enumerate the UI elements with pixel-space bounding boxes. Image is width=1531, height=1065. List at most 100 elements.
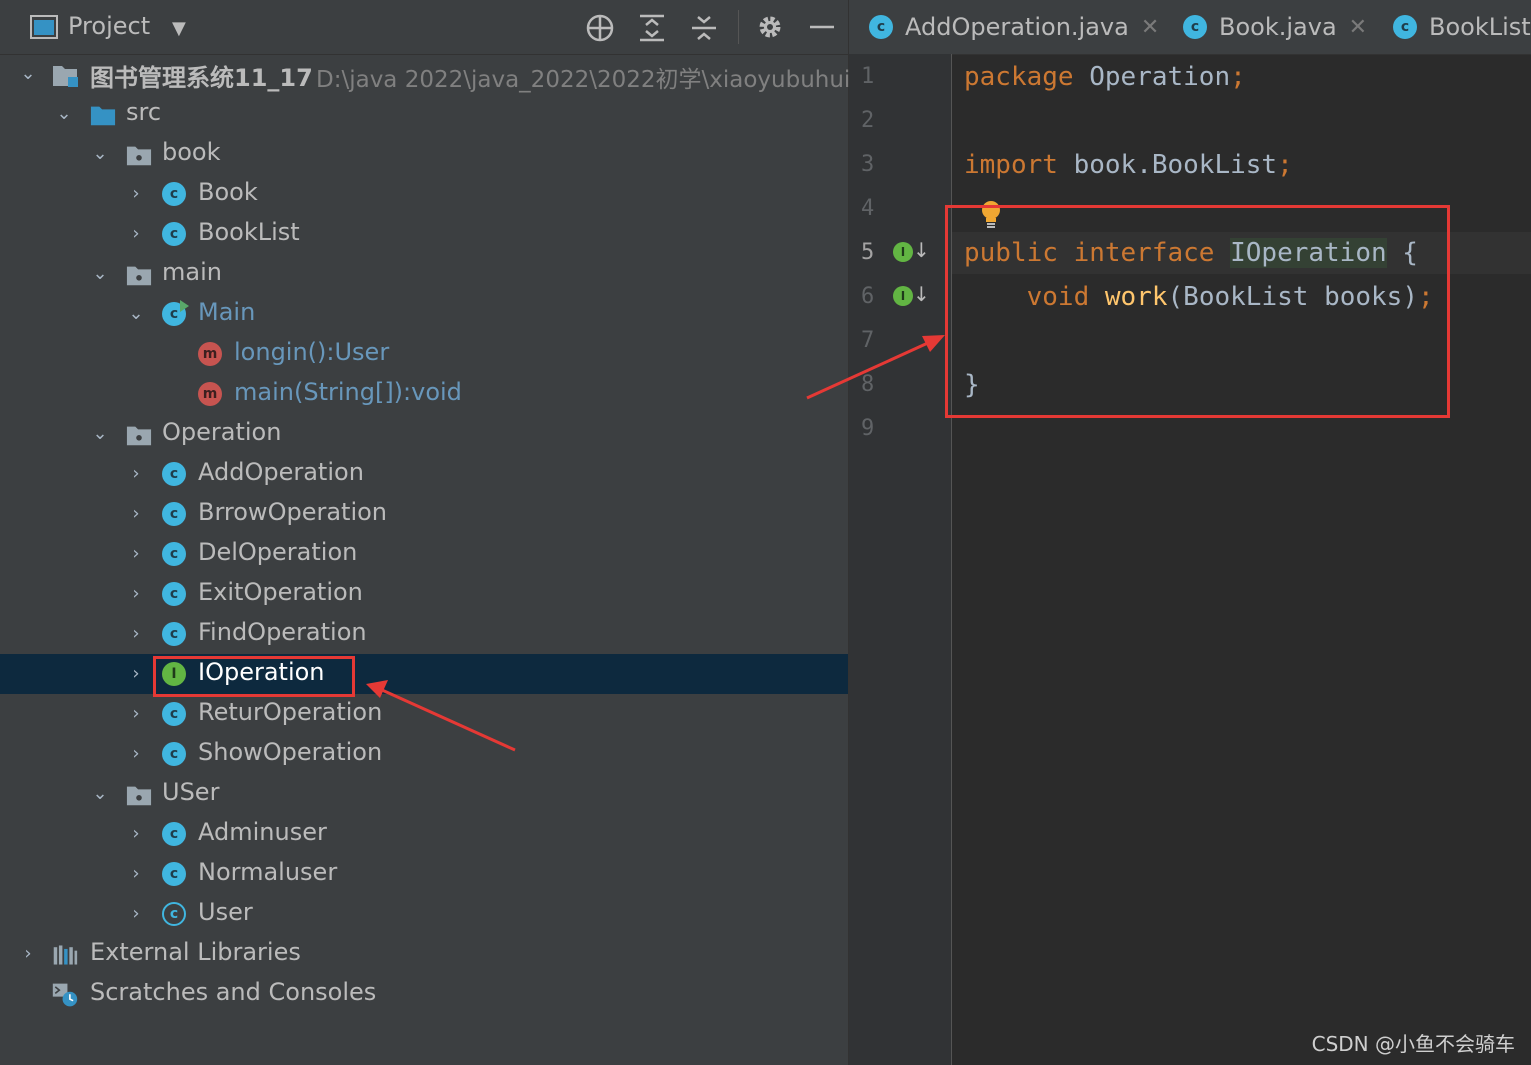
class-icon: c — [162, 502, 186, 526]
chevron-down-icon[interactable]: ⌄ — [126, 302, 146, 326]
abstract-class-icon: c — [162, 902, 186, 926]
tab-addoperation[interactable]: c AddOperation.java ✕ — [869, 0, 1159, 54]
tree-row-external-libraries[interactable]: › External Libraries — [0, 934, 848, 974]
close-icon[interactable]: ✕ — [1349, 15, 1367, 40]
tab-label: Book.java — [1219, 13, 1337, 41]
package-icon — [126, 146, 152, 166]
class-icon: c — [1393, 15, 1417, 39]
tree-row-class[interactable]: › c ExitOperation — [0, 574, 848, 614]
tree-row-src[interactable]: ⌄ src — [0, 94, 848, 134]
tree-row-class[interactable]: › c DelOperation — [0, 534, 848, 574]
tree-row-class[interactable]: › c FindOperation — [0, 614, 848, 654]
tree-row-class[interactable]: ⌄ c Main — [0, 294, 848, 334]
chevron-down-icon[interactable]: ⌄ — [54, 102, 74, 126]
line-number: 7 — [861, 328, 875, 353]
tree-row-class[interactable]: › c ShowOperation — [0, 734, 848, 774]
close-icon[interactable]: ✕ — [1141, 15, 1159, 40]
chevron-right-icon[interactable]: › — [126, 502, 146, 526]
implemented-marker-icon[interactable]: I — [893, 242, 913, 262]
crosshair-icon[interactable] — [585, 13, 615, 43]
expand-all-icon[interactable] — [638, 13, 666, 43]
tree-row-method[interactable]: m main(String[]):void — [0, 374, 848, 414]
tree-label: USer — [162, 778, 220, 806]
chevron-right-icon[interactable]: › — [18, 942, 38, 966]
code-line-1[interactable]: package Operation; — [964, 62, 1246, 92]
line-number: 3 — [861, 152, 875, 177]
tree-row-class[interactable]: › c BookList — [0, 214, 848, 254]
tree-label: External Libraries — [90, 938, 301, 966]
tree-row-class[interactable]: › c Book — [0, 174, 848, 214]
tree-label: Scratches and Consoles — [90, 978, 377, 1006]
chevron-down-icon[interactable]: ⌄ — [90, 782, 110, 806]
tree-row-package[interactable]: ⌄ main — [0, 254, 848, 294]
tab-label: AddOperation.java — [905, 13, 1129, 41]
chevron-right-icon[interactable]: › — [126, 662, 146, 686]
tab-book[interactable]: c Book.java ✕ — [1183, 0, 1367, 54]
code-text: Operation — [1073, 62, 1231, 92]
chevron-right-icon[interactable]: › — [126, 702, 146, 726]
editor-panel: c AddOperation.java ✕ c Book.java ✕ c Bo… — [849, 0, 1531, 1065]
tree-row-class[interactable]: › c AddOperation — [0, 454, 848, 494]
package-icon — [126, 426, 152, 446]
class-icon: c — [162, 542, 186, 566]
chevron-right-icon[interactable]: › — [126, 222, 146, 246]
minimize-icon[interactable] — [808, 13, 836, 41]
down-arrow-icon: ↓ — [913, 282, 930, 306]
project-panel: Project ▼ ⌄ 图书管理系统11_17 D:\java 2022\jav… — [0, 0, 850, 1065]
chevron-down-icon[interactable]: ⌄ — [18, 62, 38, 86]
gear-icon[interactable] — [756, 13, 784, 41]
implemented-marker-icon[interactable]: I — [893, 286, 913, 306]
tree-label: BookList — [198, 218, 300, 246]
tree-row-class[interactable]: › c ReturOperation — [0, 694, 848, 734]
chevron-down-icon[interactable]: ⌄ — [90, 422, 110, 446]
chevron-right-icon[interactable]: › — [126, 582, 146, 606]
annotation-box-code — [945, 205, 1450, 418]
project-dropdown-icon[interactable]: ▼ — [172, 14, 186, 44]
tree-label: FindOperation — [198, 618, 367, 646]
tree-row-class[interactable]: › c User — [0, 894, 848, 934]
code-line-3[interactable]: import book.BookList; — [964, 150, 1293, 180]
tree-row-package[interactable]: ⌄ USer — [0, 774, 848, 814]
semicolon: ; — [1230, 62, 1246, 92]
chevron-right-icon[interactable]: › — [126, 862, 146, 886]
editor-tabs: c AddOperation.java ✕ c Book.java ✕ c Bo… — [849, 0, 1531, 55]
down-arrow-icon: ↓ — [913, 238, 930, 262]
annotation-box-tree — [153, 656, 355, 697]
semicolon: ; — [1277, 150, 1293, 180]
tree-row-root[interactable]: ⌄ 图书管理系统11_17 D:\java 2022\java_2022\202… — [0, 54, 850, 94]
package-icon — [126, 786, 152, 806]
tree-label: Main — [198, 298, 256, 326]
tree-row-scratches[interactable]: Scratches and Consoles — [0, 974, 848, 1014]
project-title[interactable]: Project — [68, 12, 150, 40]
class-icon: c — [162, 702, 186, 726]
class-icon: c — [162, 462, 186, 486]
chevron-right-icon[interactable]: › — [126, 902, 146, 926]
chevron-right-icon[interactable]: › — [126, 822, 146, 846]
tree-row-method[interactable]: m longin():User — [0, 334, 848, 374]
chevron-right-icon[interactable]: › — [126, 462, 146, 486]
class-icon: c — [1183, 15, 1207, 39]
tree-row-package[interactable]: ⌄ Operation — [0, 414, 848, 454]
tree-label: Adminuser — [198, 818, 327, 846]
chevron-right-icon[interactable]: › — [126, 622, 146, 646]
tree-row-class[interactable]: › c Adminuser — [0, 814, 848, 854]
toolbar-divider — [738, 10, 739, 44]
class-icon: c — [162, 862, 186, 886]
line-number: 9 — [861, 416, 875, 441]
tree-row-interface-selected[interactable]: › I IOperation — [0, 654, 848, 694]
chevron-down-icon[interactable]: ⌄ — [90, 262, 110, 286]
watermark: CSDN @小鱼不会骑车 — [1311, 1032, 1515, 1056]
method-icon: m — [198, 382, 222, 406]
chevron-right-icon[interactable]: › — [126, 742, 146, 766]
class-icon: c — [162, 822, 186, 846]
module-folder-icon — [53, 66, 78, 87]
tree-row-package[interactable]: ⌄ book — [0, 134, 848, 174]
chevron-right-icon[interactable]: › — [126, 182, 146, 206]
chevron-right-icon[interactable]: › — [126, 542, 146, 566]
tree-row-class[interactable]: › c BrrowOperation — [0, 494, 848, 534]
tree-row-class[interactable]: › c Normaluser — [0, 854, 848, 894]
chevron-down-icon[interactable]: ⌄ — [90, 142, 110, 166]
tab-booklist[interactable]: c BookList. — [1393, 0, 1531, 54]
tree-label: User — [198, 898, 253, 926]
collapse-all-icon[interactable] — [690, 13, 718, 43]
